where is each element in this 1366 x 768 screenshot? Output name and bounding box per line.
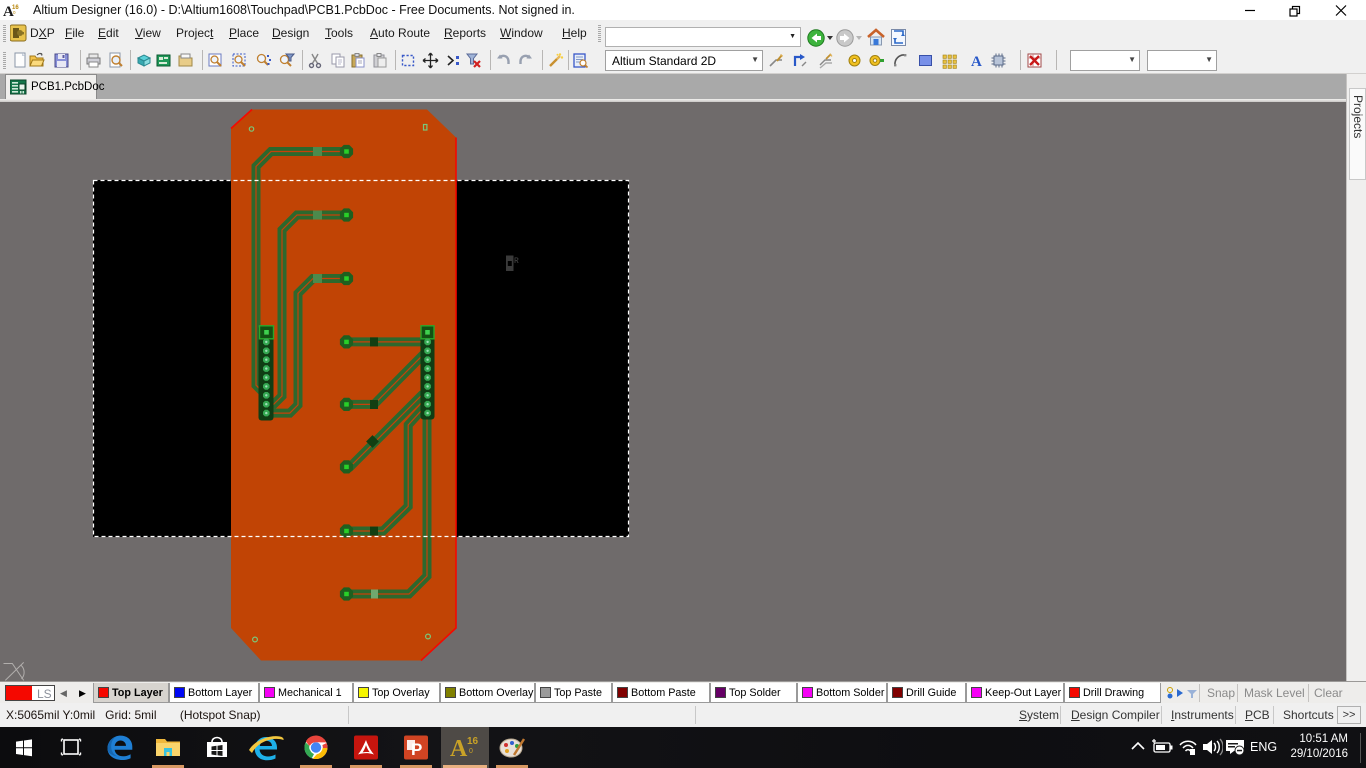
svg-text:R: R — [514, 257, 519, 266]
svg-text:A: A — [450, 736, 468, 762]
svg-text:0: 0 — [469, 748, 473, 755]
svg-text:P: P — [411, 740, 422, 759]
svg-text:A: A — [971, 54, 982, 69]
svg-text:16: 16 — [467, 736, 479, 747]
